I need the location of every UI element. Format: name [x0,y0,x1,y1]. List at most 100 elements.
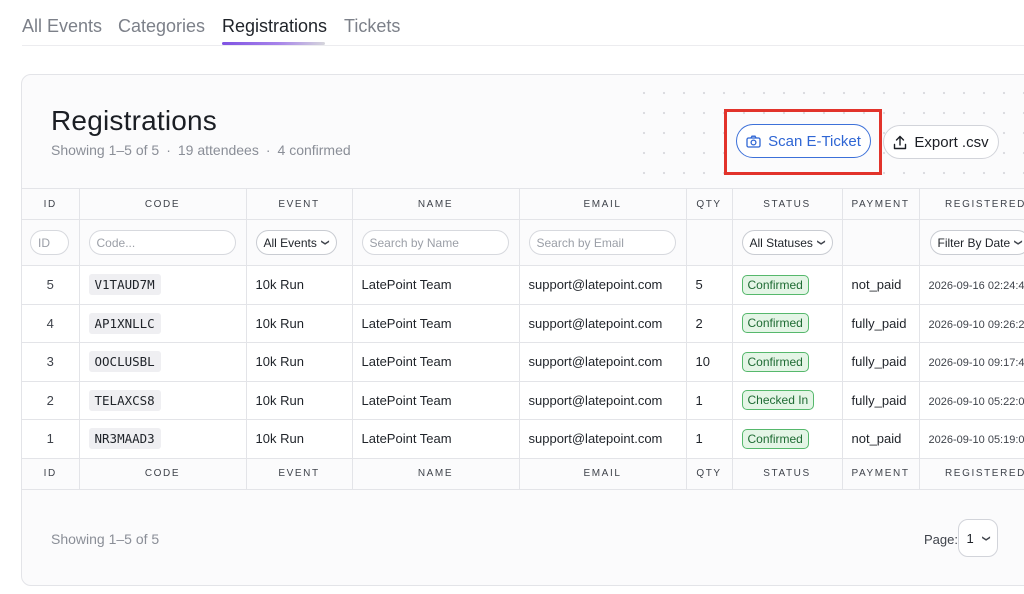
cell-name: LatePoint Team [351,419,520,459]
table-row[interactable]: 4 AP1XNLLC 10k Run LatePoint Team suppor… [22,303,1024,343]
column-footer-qty[interactable]: QTY [685,457,733,490]
cell-payment: fully_paid [841,303,920,343]
active-tab-indicator [222,42,325,45]
column-footer-code[interactable]: CODE [78,457,247,490]
cell-id: 5 [22,265,80,305]
page-label: Page: [924,532,958,547]
cell-event: 10k Run [245,265,353,305]
column-header-email[interactable]: EMAIL [518,188,687,220]
cell-email: support@latepoint.com [518,380,687,420]
tab-tickets[interactable]: Tickets [344,15,400,37]
tab-registrations[interactable]: Registrations [222,15,327,37]
column-header-qty[interactable]: QTY [685,188,733,220]
table-row[interactable]: 3 OOCLUSBL 10k Run LatePoint Team suppor… [22,342,1024,382]
registration-code: AP1XNLLC [88,312,161,334]
column-footer-payment[interactable]: PAYMENT [841,457,920,490]
chevron-down-icon: ❯ [816,239,826,246]
cell-name: LatePoint Team [351,265,520,305]
page-summary: Showing 1–5 of 5 · 19 attendees · 4 confirme… [51,142,351,158]
table-row[interactable]: 2 TELAXCS8 10k Run LatePoint Team suppor… [22,380,1024,420]
cell-event: 10k Run [245,419,353,459]
tab-categories[interactable]: Categories [118,15,205,37]
cell-event: 10k Run [245,342,353,382]
event-filter-select[interactable]: All Events ❯ [255,230,337,255]
cell-id: 4 [22,303,80,343]
summary-range: Showing 1–5 of 5 [51,142,160,158]
chevron-down-icon: ❯ [320,239,330,246]
footer-summary: Showing 1–5 of 5 [51,531,160,547]
column-header-id[interactable]: ID [22,188,80,220]
cell-id: 2 [22,380,80,420]
status-badge: Confirmed [741,428,809,449]
registrations-card: Registrations Showing 1–5 of 5 · 19 attend… [21,74,1024,586]
column-header-payment[interactable]: PAYMENT [841,188,920,220]
cell-qty: 1 [685,380,733,420]
cell-qty: 5 [685,265,733,305]
tab-all-events[interactable]: All Events [22,15,102,37]
date-filter-select[interactable]: Filter By Date ❯ [929,230,1024,255]
status-badge: Checked In [741,390,815,411]
cell-qty: 1 [685,419,733,459]
table-row[interactable]: 5 V1TAUD7M 10k Run LatePoint Team suppor… [22,265,1024,305]
registration-code: NR3MAAD3 [88,428,161,450]
cell-email: support@latepoint.com [518,265,687,305]
column-footer-event[interactable]: EVENT [245,457,353,490]
summary-attendees: 19 attendees [177,142,259,158]
cell-email: support@latepoint.com [518,303,687,343]
column-header-registered[interactable]: REGISTERED [918,188,1024,220]
cell-id: 1 [22,419,80,459]
chevron-down-icon: ❯ [981,534,991,542]
top-tabs: All Events Categories Registrations Tick… [22,0,1024,46]
cell-registered: 2026-09-10 09:26:25 [928,318,1024,331]
cell-payment: not_paid [841,265,920,305]
cell-email: support@latepoint.com [518,342,687,382]
cell-event: 10k Run [245,303,353,343]
upload-icon [894,135,907,149]
cell-event: 10k Run [245,380,353,420]
registration-code: V1TAUD7M [88,274,161,296]
cell-name: LatePoint Team [351,342,520,382]
cell-payment: not_paid [841,419,920,459]
page-select-value: 1 [966,530,974,546]
column-header-name[interactable]: NAME [351,188,520,220]
column-header-code[interactable]: CODE [78,188,247,220]
code-filter-input[interactable]: Code... [88,230,236,255]
registrations-table: ID CODE EVENT NAME EMAIL QTY STATUS PAYM… [22,188,1024,490]
email-filter-input[interactable]: Search by Email [528,230,676,255]
status-badge: Confirmed [741,313,809,334]
cell-payment: fully_paid [841,342,920,382]
filter-row: ID Code... All Events ❯ Search by Name Se… [22,219,1024,266]
id-filter-input[interactable]: ID [30,230,69,255]
table-row[interactable]: 1 NR3MAAD3 10k Run LatePoint Team suppor… [22,419,1024,459]
cell-qty: 10 [685,342,733,382]
name-filter-input[interactable]: Search by Name [361,230,509,255]
column-header-event[interactable]: EVENT [245,188,353,220]
page-select[interactable]: 1 ❯ [958,519,998,557]
table-header-row: ID CODE EVENT NAME EMAIL QTY STATUS PAYM… [22,188,1024,220]
cell-id: 3 [22,342,80,382]
cell-registered: 2026-09-10 05:19:05 [928,434,1024,447]
cell-payment: fully_paid [841,380,920,420]
cell-registered: 2026-09-10 09:17:49 [928,357,1024,370]
table-footer-row: ID CODE EVENT NAME EMAIL QTY STATUS PAYM… [22,457,1024,490]
page-title: Registrations [51,105,218,136]
column-footer-status[interactable]: STATUS [731,457,843,490]
registration-code: OOCLUSBL [88,351,161,373]
column-footer-id[interactable]: ID [22,457,80,490]
column-footer-email[interactable]: EMAIL [518,457,687,490]
cell-qty: 2 [685,303,733,343]
column-footer-name[interactable]: NAME [351,457,520,490]
chevron-down-icon: ❯ [1014,239,1024,246]
column-header-status[interactable]: STATUS [731,188,843,220]
cell-email: support@latepoint.com [518,419,687,459]
registration-code: TELAXCS8 [88,389,161,411]
column-footer-registered[interactable]: REGISTERED [918,457,1024,490]
cell-registered: 2026-09-16 02:24:40 [928,280,1024,293]
export-csv-button[interactable]: Export .csv [883,125,999,159]
status-badge: Confirmed [741,351,809,372]
highlight-box [724,109,882,175]
cell-registered: 2026-09-10 05:22:09 [928,395,1024,408]
summary-confirmed: 4 confirmed [277,142,351,158]
cell-name: LatePoint Team [351,303,520,343]
status-filter-select[interactable]: All Statuses ❯ [741,230,833,255]
